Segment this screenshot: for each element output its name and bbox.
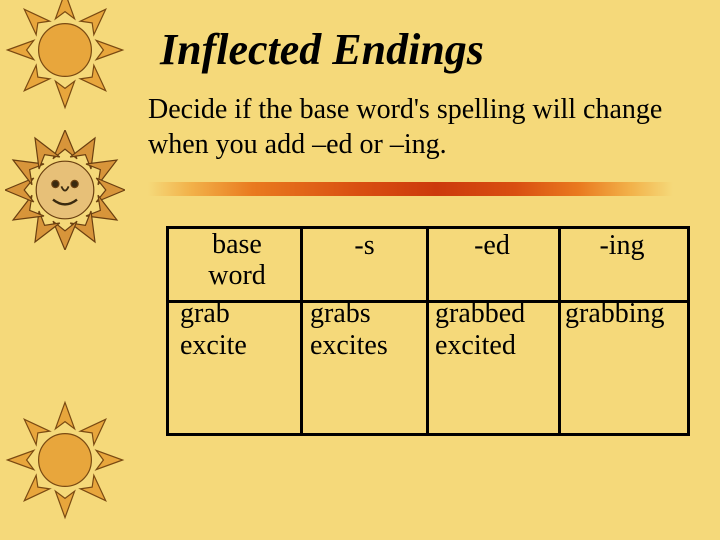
table-header-row: base word -s -ed -ing: [172, 230, 687, 292]
cell-s: grabs: [302, 298, 427, 330]
sun-icon: [5, 0, 125, 110]
cell-ing: grabbing: [557, 298, 687, 330]
slide-subtitle: Decide if the base word's spelling will …: [148, 92, 688, 162]
header-base-word-line1: base: [180, 230, 294, 261]
cell-ed: grabbed: [427, 298, 557, 330]
sun-face-icon: [5, 130, 125, 250]
cell-s: excites: [302, 330, 427, 362]
sun-icon: [5, 400, 125, 520]
inflected-endings-table: base word -s -ed -ing grab grabs grabbed…: [172, 230, 687, 362]
cell-base: grab: [172, 298, 302, 330]
slide: Inflected Endings Decide if the base wor…: [0, 0, 720, 540]
table-row: grab grabs grabbed grabbing: [172, 298, 687, 330]
table-row: excite excites excited: [172, 330, 687, 362]
header-s: -s: [302, 230, 427, 292]
header-ing: -ing: [557, 230, 687, 292]
cell-ing: [557, 330, 687, 362]
header-ed: -ed: [427, 230, 557, 292]
cell-ed: excited: [427, 330, 557, 362]
header-base-word-line2: word: [180, 261, 294, 292]
header-base-word: base word: [172, 230, 302, 292]
slide-title: Inflected Endings: [160, 24, 484, 75]
cell-base: excite: [172, 330, 302, 362]
separator-bar: [148, 182, 673, 196]
decorative-left-band: [0, 0, 130, 540]
